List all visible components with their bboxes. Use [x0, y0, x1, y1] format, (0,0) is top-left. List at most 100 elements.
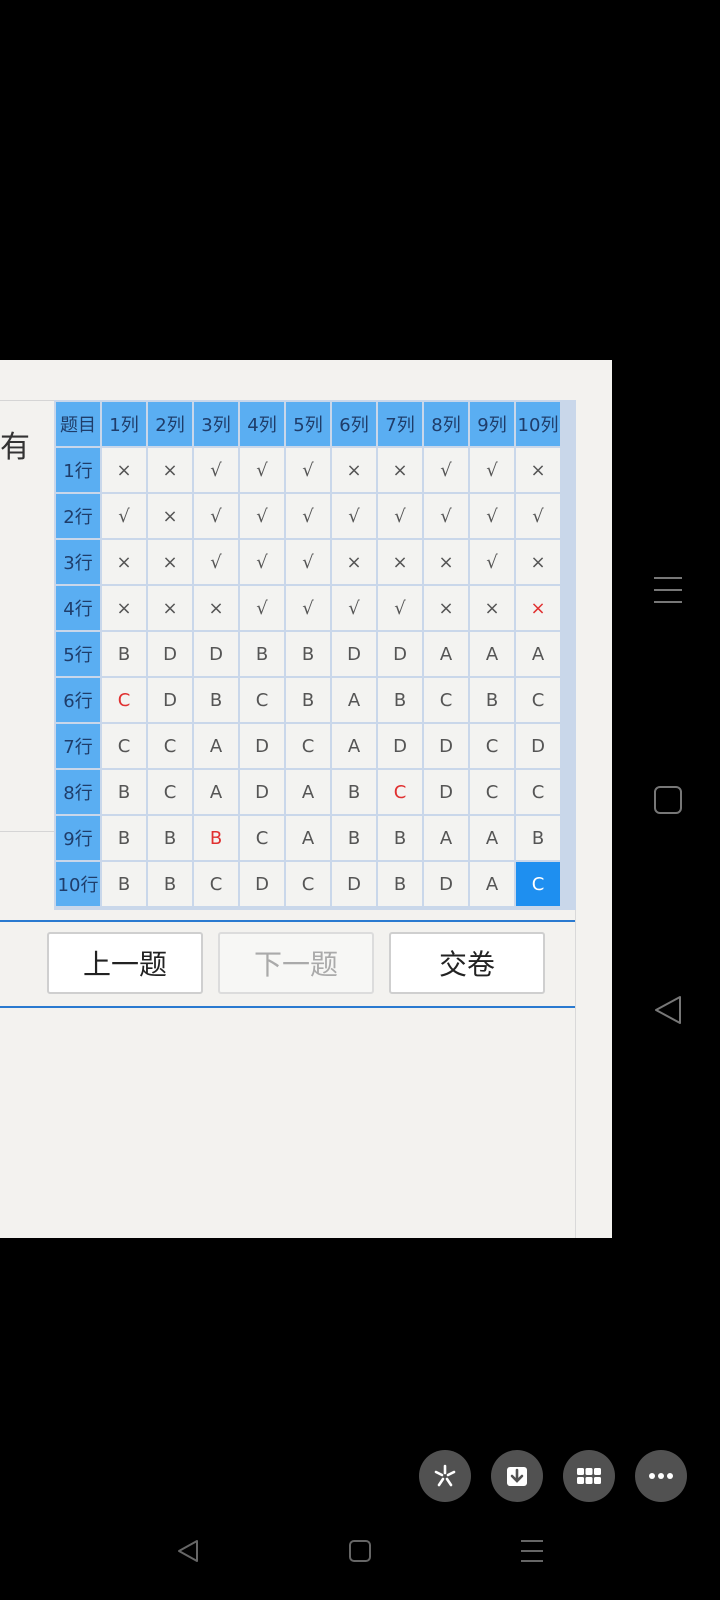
answer-cell[interactable]: C: [194, 862, 238, 906]
answer-cell[interactable]: ×: [332, 448, 376, 492]
answer-cell[interactable]: ×: [102, 448, 146, 492]
answer-cell[interactable]: B: [332, 816, 376, 860]
answer-cell[interactable]: √: [378, 586, 422, 630]
answer-cell[interactable]: ×: [148, 494, 192, 538]
answer-cell[interactable]: D: [378, 632, 422, 676]
grid-icon[interactable]: [563, 1450, 615, 1502]
answer-cell[interactable]: D: [516, 724, 560, 768]
answer-cell[interactable]: C: [148, 724, 192, 768]
answer-cell[interactable]: B: [102, 862, 146, 906]
answer-cell[interactable]: √: [424, 448, 468, 492]
answer-cell[interactable]: ×: [516, 540, 560, 584]
answer-cell[interactable]: A: [424, 632, 468, 676]
answer-cell[interactable]: D: [332, 632, 376, 676]
answer-cell[interactable]: √: [286, 586, 330, 630]
answer-cell[interactable]: C: [516, 678, 560, 722]
answer-cell[interactable]: B: [240, 632, 284, 676]
answer-cell[interactable]: C: [102, 724, 146, 768]
answer-cell[interactable]: ×: [102, 540, 146, 584]
answer-cell[interactable]: ×: [148, 540, 192, 584]
answer-cell[interactable]: C: [378, 770, 422, 814]
answer-cell[interactable]: ×: [424, 586, 468, 630]
square-icon[interactable]: [652, 784, 684, 820]
answer-cell[interactable]: √: [194, 448, 238, 492]
answer-cell[interactable]: B: [378, 862, 422, 906]
back-triangle-icon[interactable]: [652, 994, 684, 1030]
answer-cell[interactable]: D: [332, 862, 376, 906]
answer-cell[interactable]: A: [332, 724, 376, 768]
sparkle-icon[interactable]: [419, 1450, 471, 1502]
answer-cell[interactable]: √: [286, 494, 330, 538]
answer-cell[interactable]: √: [240, 494, 284, 538]
answer-cell[interactable]: B: [102, 816, 146, 860]
answer-cell[interactable]: ×: [516, 448, 560, 492]
answer-cell[interactable]: C: [286, 862, 330, 906]
answer-cell[interactable]: ×: [194, 586, 238, 630]
answer-cell[interactable]: ×: [148, 448, 192, 492]
answer-cell[interactable]: D: [424, 770, 468, 814]
answer-cell[interactable]: √: [240, 448, 284, 492]
answer-cell[interactable]: C: [470, 724, 514, 768]
answer-cell[interactable]: C: [516, 862, 560, 906]
answer-cell[interactable]: C: [102, 678, 146, 722]
prev-question-button[interactable]: 上一题: [47, 932, 203, 994]
menu-icon[interactable]: [652, 574, 684, 610]
answer-cell[interactable]: B: [286, 632, 330, 676]
answer-cell[interactable]: A: [332, 678, 376, 722]
answer-cell[interactable]: B: [516, 816, 560, 860]
answer-cell[interactable]: B: [194, 678, 238, 722]
answer-cell[interactable]: D: [424, 724, 468, 768]
answer-cell[interactable]: ×: [332, 540, 376, 584]
answer-cell[interactable]: C: [424, 678, 468, 722]
answer-cell[interactable]: C: [148, 770, 192, 814]
answer-cell[interactable]: A: [424, 816, 468, 860]
answer-cell[interactable]: √: [102, 494, 146, 538]
answer-cell[interactable]: B: [286, 678, 330, 722]
answer-cell[interactable]: √: [240, 586, 284, 630]
answer-cell[interactable]: B: [102, 632, 146, 676]
answer-cell[interactable]: A: [470, 862, 514, 906]
answer-cell[interactable]: B: [378, 678, 422, 722]
answer-cell[interactable]: B: [378, 816, 422, 860]
answer-cell[interactable]: ×: [378, 448, 422, 492]
back-icon[interactable]: [175, 1538, 201, 1568]
answer-cell[interactable]: A: [470, 632, 514, 676]
answer-cell[interactable]: D: [424, 862, 468, 906]
answer-cell[interactable]: √: [332, 586, 376, 630]
answer-cell[interactable]: B: [332, 770, 376, 814]
submit-button[interactable]: 交卷: [389, 932, 545, 994]
answer-cell[interactable]: √: [286, 540, 330, 584]
answer-cell[interactable]: A: [286, 816, 330, 860]
answer-cell[interactable]: ×: [424, 540, 468, 584]
answer-cell[interactable]: A: [286, 770, 330, 814]
answer-cell[interactable]: C: [240, 678, 284, 722]
answer-cell[interactable]: C: [286, 724, 330, 768]
answer-cell[interactable]: B: [470, 678, 514, 722]
download-icon[interactable]: [491, 1450, 543, 1502]
answer-cell[interactable]: √: [378, 494, 422, 538]
answer-cell[interactable]: ×: [516, 586, 560, 630]
answer-cell[interactable]: D: [194, 632, 238, 676]
answer-cell[interactable]: D: [240, 862, 284, 906]
answer-cell[interactable]: C: [516, 770, 560, 814]
answer-cell[interactable]: √: [470, 540, 514, 584]
answer-cell[interactable]: A: [516, 632, 560, 676]
answer-cell[interactable]: A: [194, 724, 238, 768]
answer-cell[interactable]: D: [378, 724, 422, 768]
home-icon[interactable]: [347, 1538, 373, 1568]
answer-cell[interactable]: ×: [102, 586, 146, 630]
answer-cell[interactable]: A: [194, 770, 238, 814]
next-question-button[interactable]: 下一题: [218, 932, 374, 994]
answer-cell[interactable]: D: [240, 770, 284, 814]
recents-icon[interactable]: [519, 1538, 545, 1568]
answer-cell[interactable]: D: [240, 724, 284, 768]
answer-cell[interactable]: ×: [148, 586, 192, 630]
answer-cell[interactable]: √: [332, 494, 376, 538]
answer-cell[interactable]: √: [194, 494, 238, 538]
answer-cell[interactable]: √: [194, 540, 238, 584]
answer-cell[interactable]: ×: [470, 586, 514, 630]
answer-cell[interactable]: D: [148, 632, 192, 676]
answer-cell[interactable]: √: [424, 494, 468, 538]
answer-cell[interactable]: B: [148, 816, 192, 860]
answer-cell[interactable]: ×: [378, 540, 422, 584]
